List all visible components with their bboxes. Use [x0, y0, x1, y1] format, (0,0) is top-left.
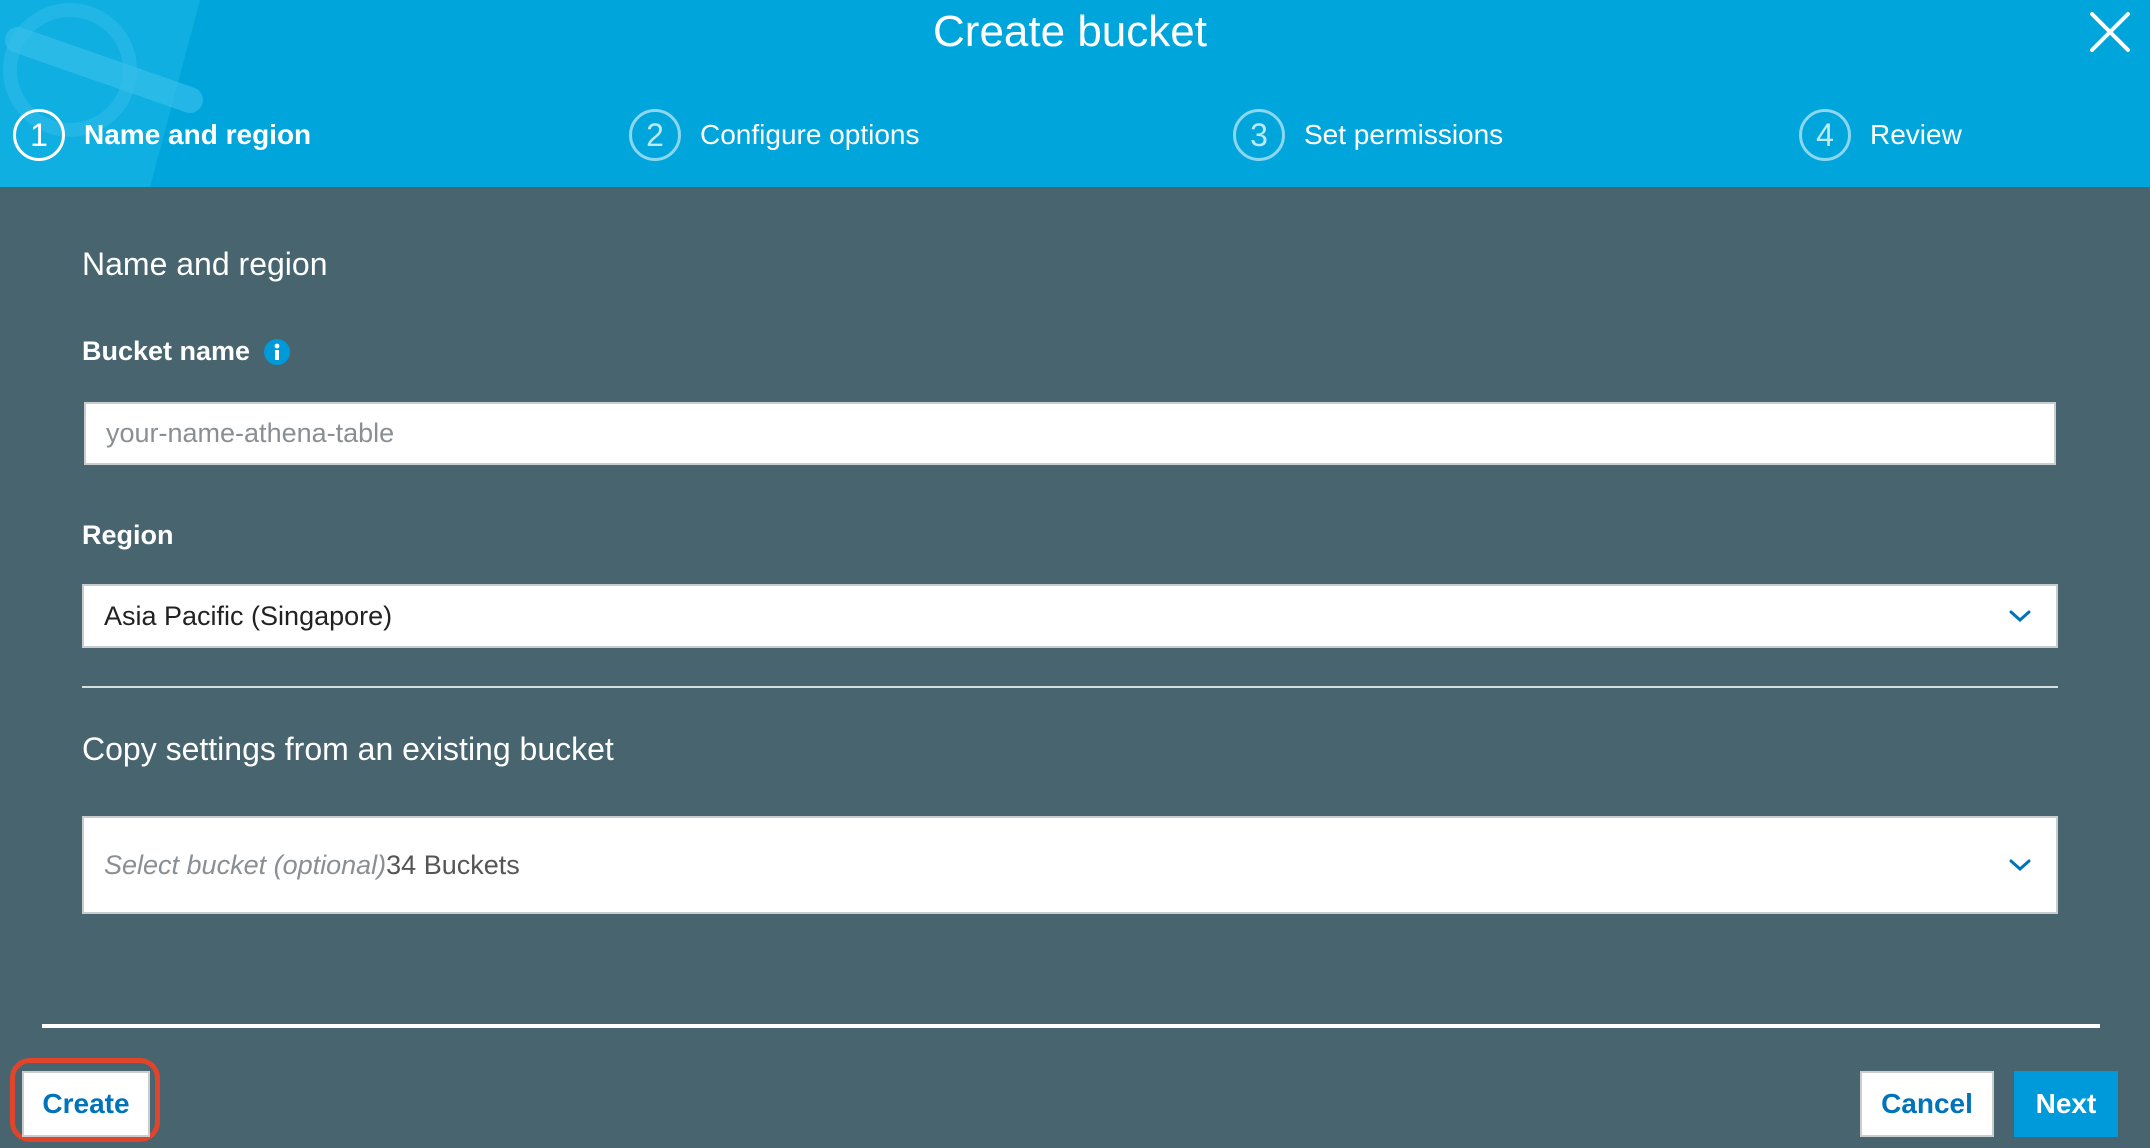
- step-configure-options[interactable]: 2 Configure options: [629, 107, 919, 163]
- modal-header: Create bucket 1 Name and region 2 Config…: [0, 0, 2150, 187]
- wizard-steps: 1 Name and region 2 Configure options 3 …: [0, 107, 2150, 163]
- step-set-permissions[interactable]: 3 Set permissions: [1233, 107, 1503, 163]
- section-title: Name and region: [82, 246, 328, 282]
- create-bucket-modal: Create bucket 1 Name and region 2 Config…: [0, 0, 2150, 1148]
- close-icon: [2090, 12, 2130, 52]
- copy-bucket-select[interactable]: Select bucket (optional) 34 Buckets: [82, 816, 2058, 914]
- step-name-and-region[interactable]: 1 Name and region: [13, 107, 311, 163]
- step-number: 2: [629, 109, 681, 161]
- step-label: Review: [1870, 119, 1962, 150]
- step-number: 1: [13, 109, 65, 161]
- region-label: Region: [82, 520, 174, 550]
- chevron-down-icon: [2009, 859, 2031, 872]
- modal-title: Create bucket: [933, 7, 1207, 56]
- step-label: Name and region: [84, 119, 312, 150]
- region-value: Asia Pacific (Singapore): [104, 600, 393, 631]
- step-number: 4: [1799, 109, 1851, 161]
- step-label: Configure options: [700, 119, 920, 150]
- footer-divider: [42, 1024, 2100, 1028]
- next-button[interactable]: Next: [2014, 1071, 2118, 1137]
- copy-bucket-placeholder: Select bucket (optional): [104, 849, 387, 880]
- info-icon[interactable]: [263, 338, 291, 366]
- step-label: Set permissions: [1304, 119, 1504, 150]
- close-button[interactable]: [2086, 8, 2134, 56]
- bucket-name-label: Bucket name: [82, 336, 291, 367]
- bucket-name-input[interactable]: [84, 402, 2056, 465]
- section-divider: [82, 686, 2058, 688]
- step-review[interactable]: 4 Review: [1799, 107, 1962, 163]
- bucket-name-label-text: Bucket name: [82, 336, 251, 366]
- chevron-down-icon: [2009, 610, 2031, 623]
- cancel-button[interactable]: Cancel: [1860, 1071, 1994, 1137]
- region-select[interactable]: Asia Pacific (Singapore): [82, 584, 2058, 648]
- create-button[interactable]: Create: [22, 1071, 150, 1137]
- step-number: 3: [1233, 109, 1285, 161]
- copy-settings-title: Copy settings from an existing bucket: [82, 731, 614, 767]
- bucket-count: 34 Buckets: [386, 849, 520, 880]
